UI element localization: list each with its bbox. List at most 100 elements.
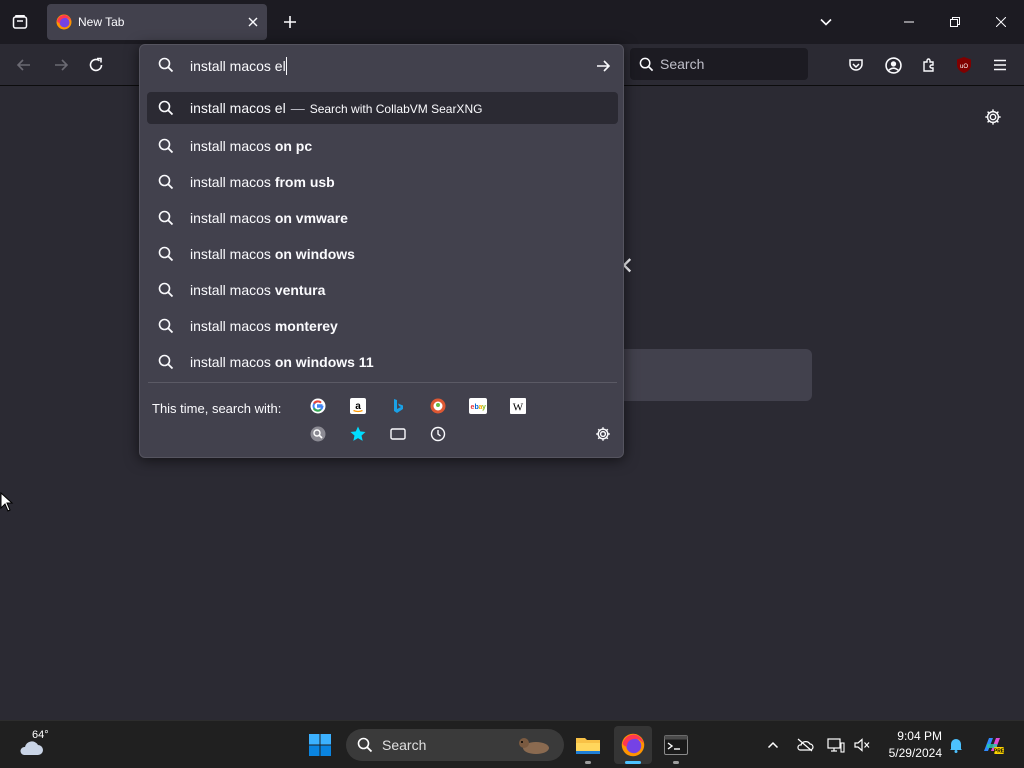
reload-icon: [89, 57, 103, 72]
pocket-button[interactable]: [841, 50, 871, 80]
search-icon: [158, 282, 174, 298]
copilot-button[interactable]: PRE: [980, 733, 1004, 757]
result-separator: —: [290, 100, 305, 116]
duckduckgo-engine-button[interactable]: [426, 394, 450, 418]
result-text: install macos on windows 11: [190, 354, 374, 370]
bing-engine-button[interactable]: [386, 394, 410, 418]
menu-button[interactable]: [985, 50, 1015, 80]
chevron-down-icon: [820, 18, 832, 26]
mouse-cursor-icon: [0, 492, 14, 512]
back-button[interactable]: [9, 50, 39, 80]
ublock-button[interactable]: uO: [949, 50, 979, 80]
network-tray-button[interactable]: [824, 733, 848, 757]
result-text: install macos el — Search with CollabVM Se…: [190, 100, 482, 116]
svg-text:a: a: [355, 401, 361, 412]
forward-button[interactable]: [46, 50, 76, 80]
tabs-search-button[interactable]: [386, 422, 410, 446]
urlbar-results: install macos el — Search with CollabVM Se…: [147, 92, 618, 380]
hamburger-menu-icon: [994, 59, 1006, 71]
taskbar-firefox[interactable]: [614, 726, 652, 764]
gear-icon: [596, 427, 610, 441]
chevron-up-icon: [767, 741, 779, 749]
close-icon: [996, 17, 1006, 27]
new-tab-button[interactable]: [278, 8, 302, 36]
firefox-view-button[interactable]: [6, 8, 34, 36]
close-window-button[interactable]: [978, 0, 1024, 44]
result-row[interactable]: install macos from usb: [147, 164, 618, 200]
search-icon: [158, 100, 174, 116]
svg-text:uO: uO: [960, 64, 968, 70]
taskbar-file-explorer[interactable]: [569, 726, 607, 764]
taskbar-search-label: Search: [382, 737, 427, 753]
result-action: Search with CollabVM SearXNG: [309, 102, 483, 116]
google-icon: [310, 398, 326, 414]
arrow-right-icon: [597, 60, 611, 72]
result-row[interactable]: install macos monterey: [147, 308, 618, 344]
google-engine-button[interactable]: [306, 394, 330, 418]
ublock-icon: uO: [957, 57, 971, 73]
firefox-icon: [621, 733, 645, 757]
clock-date: 5/29/2024: [888, 746, 942, 760]
wikipedia-engine-button[interactable]: W: [506, 394, 530, 418]
ebay-engine-button[interactable]: ebay: [466, 394, 490, 418]
result-prefix: install macos: [190, 138, 275, 154]
firefox-icon: [56, 14, 72, 30]
go-button[interactable]: [592, 56, 614, 76]
result-row[interactable]: install macos on vmware: [147, 200, 618, 236]
notifications-button[interactable]: [944, 733, 968, 757]
tab-new-tab[interactable]: New Tab: [47, 4, 267, 40]
result-row[interactable]: install macos ventura: [147, 272, 618, 308]
minimize-icon: [904, 21, 914, 23]
copilot-icon: PRE: [984, 738, 1004, 755]
start-button[interactable]: [306, 731, 334, 759]
result-row[interactable]: install macos on windows: [147, 236, 618, 272]
urlbar-input[interactable]: [190, 56, 580, 76]
system-clock[interactable]: 9:04 PM 5/29/2024: [880, 728, 942, 762]
result-row[interactable]: install macos on windows 11: [147, 344, 618, 380]
svg-text:W: W: [513, 402, 524, 414]
searxng-engine-button[interactable]: [306, 422, 330, 446]
pocket-icon: [849, 59, 863, 71]
result-suggestion: on windows: [274, 246, 355, 262]
result-row[interactable]: install macos on pc: [147, 128, 618, 164]
weather-temperature: 64°: [32, 729, 49, 741]
search-icon: [158, 246, 174, 262]
tab-close-button[interactable]: [241, 10, 265, 34]
active-indicator: [625, 761, 641, 764]
toolbar-search-placeholder: Search: [660, 56, 705, 72]
result-suggestion: ventura: [274, 282, 326, 298]
plus-icon: [284, 16, 296, 28]
list-all-tabs-button[interactable]: [812, 8, 840, 36]
result-text: install macos on vmware: [190, 210, 348, 226]
toolbar-search-box[interactable]: Search: [630, 48, 808, 80]
volume-tray-button[interactable]: [850, 733, 874, 757]
amazon-engine-button[interactable]: a: [346, 394, 370, 418]
minimize-button[interactable]: [886, 0, 932, 44]
taskbar: 64° Search 9:04 PM 5/29/2024 PRE: [0, 720, 1024, 768]
bookmarks-search-button[interactable]: [346, 422, 370, 446]
show-hidden-icons-button[interactable]: [761, 733, 785, 757]
history-search-button[interactable]: [426, 422, 450, 446]
result-prefix: install macos: [190, 210, 275, 226]
urlbar-input-row: [140, 45, 623, 87]
search-settings-button[interactable]: [591, 422, 615, 446]
svg-text:y: y: [482, 404, 486, 411]
taskbar-terminal[interactable]: [657, 726, 695, 764]
network-monitor-icon: [827, 738, 845, 753]
onedrive-tray-button[interactable]: [793, 733, 817, 757]
result-row[interactable]: install macos el — Search with CollabVM Se…: [147, 92, 618, 124]
result-text: install macos monterey: [190, 318, 338, 334]
result-prefix: install macos el: [190, 100, 286, 116]
page-settings-button[interactable]: [980, 104, 1006, 130]
weather-widget[interactable]: 64°: [18, 729, 58, 761]
running-indicator: [585, 761, 591, 764]
account-button[interactable]: [878, 50, 908, 80]
taskbar-search[interactable]: Search: [346, 729, 564, 761]
arrow-left-icon: [16, 59, 30, 71]
page-search-bar[interactable]: [600, 349, 812, 401]
extensions-button[interactable]: [914, 50, 944, 80]
restore-button[interactable]: [932, 0, 978, 44]
reload-button[interactable]: [81, 50, 111, 80]
search-icon: [639, 57, 654, 71]
result-text: install macos on pc: [190, 138, 312, 154]
